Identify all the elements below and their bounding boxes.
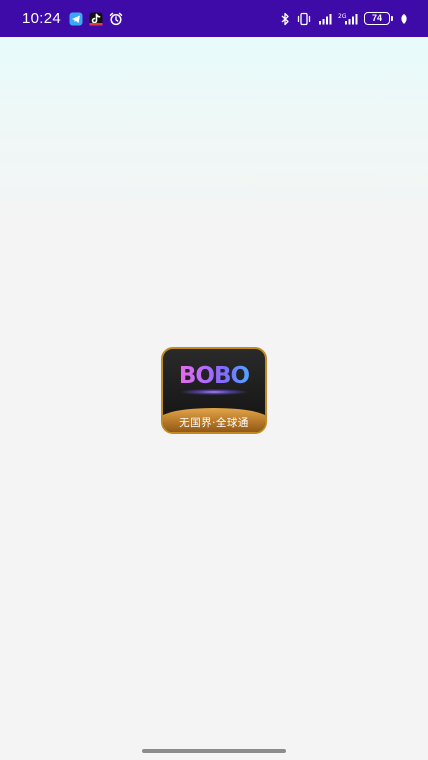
logo-wordmark: BOBO <box>163 363 265 389</box>
logo-tagline: 无国界·全球通 <box>179 416 249 429</box>
app-logo: BOBO 无国界·全球通 <box>161 347 267 434</box>
battery-level: 74 <box>371 13 382 23</box>
vibrate-icon <box>296 12 312 26</box>
logo-banner: 无国界·全球通 <box>163 408 265 432</box>
battery-icon: 74 <box>364 12 393 25</box>
telegram-icon <box>69 12 83 26</box>
navigation-bar <box>0 744 428 760</box>
signal-4g-icon <box>318 12 332 26</box>
status-bar: 10:24 2G 74 <box>0 0 428 37</box>
status-time: 10:24 <box>22 10 62 27</box>
home-indicator[interactable] <box>142 749 286 753</box>
status-bar-left: 10:24 <box>22 0 123 37</box>
logo-glow <box>181 389 247 395</box>
leaf-icon <box>400 12 408 26</box>
signal-5g-icon: 2G <box>338 12 358 26</box>
tiktok-icon <box>89 12 103 26</box>
network-label: 2G <box>338 13 347 20</box>
splash-top-gradient <box>0 37 428 227</box>
alarm-icon <box>109 12 123 26</box>
status-bar-right: 2G 74 <box>280 0 408 37</box>
bluetooth-icon <box>280 12 290 26</box>
